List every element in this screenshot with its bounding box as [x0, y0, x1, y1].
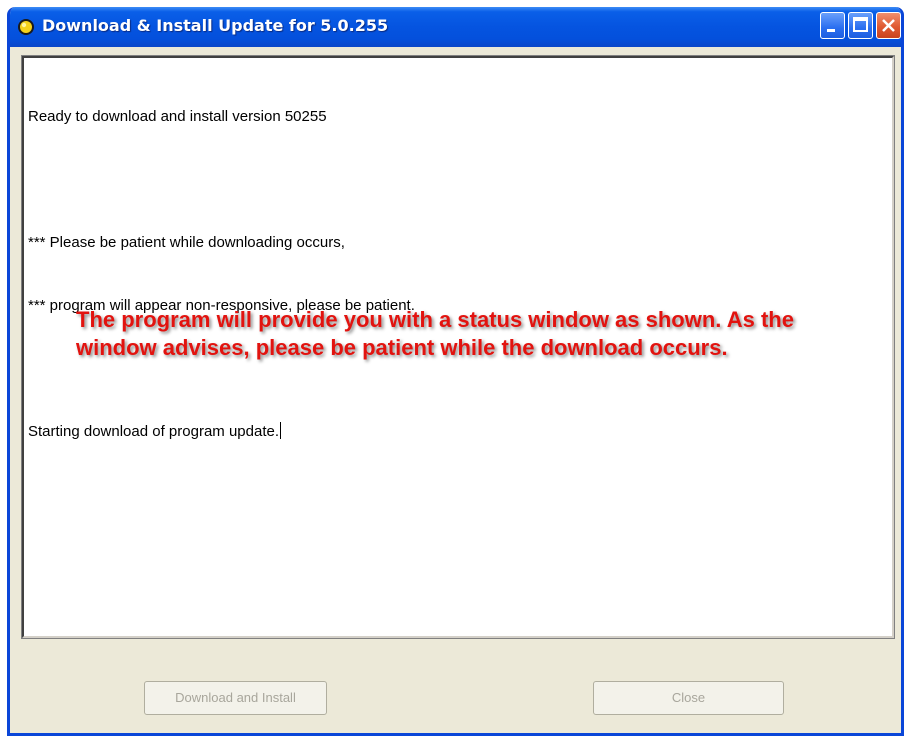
- status-log-textarea[interactable]: Ready to download and install version 50…: [21, 55, 895, 639]
- close-icon: [882, 19, 895, 32]
- minimize-button[interactable]: [820, 12, 845, 39]
- maximize-icon: [853, 17, 868, 32]
- annotation-callout: The program will provide you with a stat…: [76, 307, 794, 360]
- download-and-install-button[interactable]: Download and Install: [144, 681, 327, 715]
- log-line-text: Starting download of program update.: [28, 423, 279, 440]
- log-line: Ready to download and install version 50…: [28, 108, 327, 125]
- maximize-button[interactable]: [848, 12, 873, 39]
- title-bar[interactable]: Download & Install Update for 5.0.255: [10, 7, 901, 47]
- update-window: Download & Install Update for 5.0.255 Re…: [7, 7, 904, 736]
- window-title: Download & Install Update for 5.0.255: [42, 16, 389, 35]
- text-caret: [280, 422, 281, 439]
- log-line-current: Starting download of program update.: [28, 421, 415, 442]
- minimize-icon: [827, 29, 835, 32]
- update-sun-icon: [18, 19, 34, 35]
- close-window-button[interactable]: [876, 12, 901, 39]
- close-button[interactable]: Close: [593, 681, 784, 715]
- log-line: *** Please be patient while downloading …: [28, 234, 345, 251]
- log-blank-line: [28, 169, 415, 190]
- status-log: Ready to download and install version 50…: [28, 64, 415, 484]
